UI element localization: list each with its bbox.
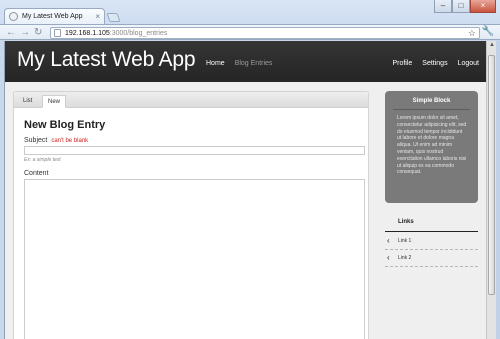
chevron-left-icon: ‹ xyxy=(387,236,390,245)
nav-home[interactable]: Home xyxy=(206,60,225,67)
scroll-up-icon[interactable]: ▲ xyxy=(489,42,495,48)
maximize-button[interactable]: □ xyxy=(452,0,470,13)
reload-button[interactable]: ↻ xyxy=(34,27,42,38)
app-header: My Latest Web App Home Blog Entries Prof… xyxy=(5,41,486,82)
page-title: New Blog Entry xyxy=(24,119,106,131)
tab-title: My Latest Web App xyxy=(22,13,83,20)
content-textarea[interactable] xyxy=(24,179,365,339)
tab-close-icon[interactable]: × xyxy=(95,12,100,21)
tab-new[interactable]: New xyxy=(42,95,67,108)
browser-tab[interactable]: My Latest Web App × xyxy=(4,8,105,24)
simple-block-title: Simple Block xyxy=(412,98,451,104)
links-divider xyxy=(385,231,478,232)
sidebar-link-label[interactable]: Link 2 xyxy=(398,255,411,261)
favicon-icon xyxy=(9,12,18,21)
panel-tabs: List New xyxy=(14,92,368,108)
url-path: :3000/blog_entries xyxy=(109,29,168,37)
user-nav: Profile Settings Logout xyxy=(392,60,479,67)
tab-list[interactable]: List xyxy=(18,95,37,108)
browser-chrome: My Latest Web App × – □ × ← → ↻ 192.168.… xyxy=(0,0,500,40)
nav-blog-entries[interactable]: Blog Entries xyxy=(235,60,273,67)
wrench-menu-icon[interactable]: 🔧 xyxy=(482,26,494,37)
simple-block-text: Lorem ipsum dolor sit amet, consectetur … xyxy=(397,115,467,176)
window-frame xyxy=(496,41,500,339)
vertical-scrollbar[interactable]: ▲ xyxy=(486,41,496,339)
content-label: Content xyxy=(24,170,49,177)
sidebar-link-1[interactable]: ‹ Link 1 xyxy=(385,233,478,250)
subject-error: can't be blank xyxy=(51,138,89,144)
subject-label-text: Subject xyxy=(24,137,48,144)
main-panel: List New New Blog Entry Subject can't be… xyxy=(13,91,369,339)
new-tab-button[interactable] xyxy=(106,13,121,22)
sidebar-link-label[interactable]: Link 1 xyxy=(398,238,411,244)
subject-input[interactable] xyxy=(24,146,365,155)
window-controls: – □ × xyxy=(434,0,496,13)
scroll-thumb[interactable] xyxy=(488,55,495,295)
forward-button[interactable]: → xyxy=(20,27,30,38)
simple-block-divider xyxy=(393,109,470,110)
subject-hint: Ex: a simple text xyxy=(24,157,61,163)
nav-logout[interactable]: Logout xyxy=(458,60,479,67)
simple-block: Simple Block Lorem ipsum dolor sit amet,… xyxy=(385,91,478,203)
page-viewport: My Latest Web App Home Blog Entries Prof… xyxy=(4,41,486,339)
back-button[interactable]: ← xyxy=(6,27,16,38)
main-nav: Home Blog Entries xyxy=(206,60,272,67)
brand-title[interactable]: My Latest Web App xyxy=(17,48,196,72)
close-button[interactable]: × xyxy=(470,0,496,13)
chevron-left-icon: ‹ xyxy=(387,253,390,262)
url-host: 192.168.1.105 xyxy=(65,29,110,37)
bookmark-star-icon[interactable]: ☆ xyxy=(468,28,476,39)
minimize-button[interactable]: – xyxy=(434,0,452,13)
browser-toolbar: ← → ↻ 192.168.1.105 :3000/blog_entries ☆… xyxy=(0,24,500,40)
sidebar-link-2[interactable]: ‹ Link 2 xyxy=(385,250,478,267)
nav-settings[interactable]: Settings xyxy=(422,60,447,67)
nav-profile[interactable]: Profile xyxy=(392,60,412,67)
address-bar[interactable]: 192.168.1.105 :3000/blog_entries ☆ xyxy=(50,27,480,39)
links-title: Links xyxy=(398,219,414,225)
subject-label: Subject can't be blank xyxy=(24,137,88,144)
page-icon xyxy=(54,29,61,37)
